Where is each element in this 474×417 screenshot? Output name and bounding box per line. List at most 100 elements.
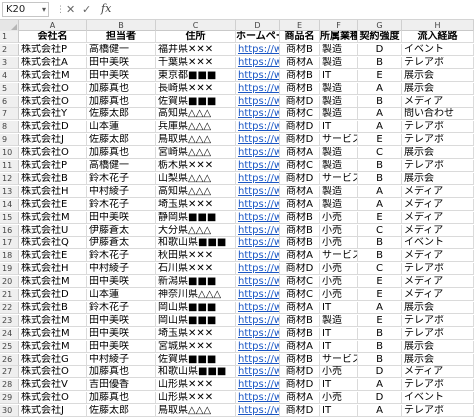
row-header[interactable]: 7 xyxy=(0,108,19,121)
table-cell[interactable]: 株式会社D xyxy=(19,289,87,301)
column-title-cell[interactable]: 会社名 xyxy=(19,31,87,43)
table-cell[interactable]: B xyxy=(358,237,402,250)
table-cell[interactable]: 商材D xyxy=(280,172,320,185)
table-cell[interactable]: サービス xyxy=(320,134,358,147)
row-header[interactable]: 9 xyxy=(0,134,19,147)
table-cell[interactable]: 商材B xyxy=(280,211,320,224)
row-header[interactable]: 13 xyxy=(0,185,19,198)
table-cell[interactable]: 高知県△△△ xyxy=(156,108,236,121)
table-cell[interactable]: A xyxy=(358,82,402,95)
table-cell[interactable]: メディア xyxy=(402,224,474,237)
table-cell[interactable]: 佐藤太郎 xyxy=(87,108,156,121)
table-cell[interactable]: E xyxy=(358,134,402,147)
table-cell[interactable]: メディア xyxy=(402,276,474,289)
table-cell[interactable]: 展示会 xyxy=(402,340,474,353)
table-cell[interactable]: 株式会社Y xyxy=(19,108,87,121)
row-header[interactable]: 18 xyxy=(0,250,19,263)
row-header[interactable]: 17 xyxy=(0,237,19,250)
table-cell[interactable]: 商材A xyxy=(280,250,320,263)
table-cell[interactable]: 埼玉県✕✕✕ xyxy=(156,327,236,340)
table-cell[interactable]: A xyxy=(358,185,402,198)
table-cell[interactable]: メディア xyxy=(402,366,474,379)
row-header[interactable]: 26 xyxy=(0,353,19,366)
table-cell[interactable]: 株式会社E xyxy=(19,198,87,211)
table-cell[interactable]: 商材D xyxy=(280,263,320,276)
table-cell[interactable]: 問い合わせ xyxy=(402,108,474,121)
hyperlink-cell[interactable]: https://ww xyxy=(236,263,280,276)
table-cell[interactable]: 展示会 xyxy=(402,172,474,185)
table-cell[interactable]: イベント xyxy=(402,237,474,250)
table-cell[interactable]: 株式会社M xyxy=(19,211,87,224)
table-cell[interactable]: 製造 xyxy=(320,43,358,56)
table-cell[interactable]: 株式会社P xyxy=(19,160,87,172)
row-header[interactable]: 15 xyxy=(0,211,19,224)
row-header[interactable]: 16 xyxy=(0,224,19,237)
table-cell[interactable]: 株式会社M xyxy=(19,276,87,289)
table-cell[interactable]: 小売 xyxy=(320,276,358,289)
table-cell[interactable]: 商材C xyxy=(280,289,320,301)
table-cell[interactable]: IT xyxy=(320,69,358,82)
column-title-cell[interactable]: 担当者 xyxy=(87,31,156,43)
column-header-D[interactable]: D xyxy=(236,20,280,31)
column-header-B[interactable]: B xyxy=(87,20,156,31)
hyperlink-cell[interactable]: https://ww xyxy=(236,198,280,211)
table-cell[interactable]: 千葉県✕✕✕ xyxy=(156,56,236,69)
table-cell[interactable]: D xyxy=(358,43,402,56)
table-cell[interactable]: IT xyxy=(320,340,358,353)
table-cell[interactable]: B xyxy=(358,327,402,340)
column-title-cell[interactable]: 流入経路 xyxy=(402,31,474,43)
row-header[interactable]: 8 xyxy=(0,121,19,134)
table-cell[interactable]: テレアポ xyxy=(402,121,474,134)
row-header[interactable]: 23 xyxy=(0,314,19,327)
table-cell[interactable]: 長崎県✕✕✕ xyxy=(156,82,236,95)
table-cell[interactable]: 製造 xyxy=(320,108,358,121)
table-cell[interactable]: 鳥取県△△△ xyxy=(156,134,236,147)
formula-input[interactable] xyxy=(116,2,472,17)
table-cell[interactable]: 伊藤蒼太 xyxy=(87,237,156,250)
table-cell[interactable]: B xyxy=(358,160,402,172)
hyperlink-cell[interactable]: https://ww xyxy=(236,327,280,340)
table-cell[interactable]: 商材B xyxy=(280,43,320,56)
hyperlink-cell[interactable]: https://ww xyxy=(236,69,280,82)
table-cell[interactable]: 宮城県✕✕✕ xyxy=(156,340,236,353)
table-cell[interactable]: A xyxy=(358,198,402,211)
table-cell[interactable]: 山梨県△△△ xyxy=(156,172,236,185)
row-header[interactable]: 22 xyxy=(0,301,19,314)
table-cell[interactable]: メディア xyxy=(402,211,474,224)
table-cell[interactable]: 小売 xyxy=(320,211,358,224)
row-header[interactable]: 1 xyxy=(0,31,19,43)
table-cell[interactable]: 山本蓮 xyxy=(87,289,156,301)
table-cell[interactable]: 株式会社P xyxy=(19,43,87,56)
table-cell[interactable]: 株式会社O xyxy=(19,95,87,108)
table-cell[interactable]: 大分県△△△ xyxy=(156,224,236,237)
table-cell[interactable]: C xyxy=(358,147,402,160)
row-header[interactable]: 5 xyxy=(0,82,19,95)
table-cell[interactable]: サービス xyxy=(320,250,358,263)
row-header[interactable]: 14 xyxy=(0,198,19,211)
table-cell[interactable]: 田中美咲 xyxy=(87,340,156,353)
table-cell[interactable]: 石川県✕✕✕ xyxy=(156,263,236,276)
table-cell[interactable]: 商材D xyxy=(280,366,320,379)
table-cell[interactable]: IT xyxy=(320,405,358,417)
table-cell[interactable]: 山形県✕✕✕ xyxy=(156,392,236,405)
column-header-H[interactable]: H xyxy=(402,20,474,31)
table-cell[interactable]: イベント xyxy=(402,392,474,405)
column-header-G[interactable]: G xyxy=(358,20,402,31)
table-cell[interactable]: 鈴木花子 xyxy=(87,301,156,314)
row-header[interactable]: 30 xyxy=(0,405,19,417)
row-header[interactable]: 28 xyxy=(0,379,19,392)
row-header[interactable]: 20 xyxy=(0,276,19,289)
table-cell[interactable]: 佐藤太郎 xyxy=(87,134,156,147)
table-cell[interactable]: 株式会社O xyxy=(19,366,87,379)
table-cell[interactable]: 商材A xyxy=(280,392,320,405)
table-cell[interactable]: 佐賀県■■■ xyxy=(156,353,236,366)
table-cell[interactable]: E xyxy=(358,289,402,301)
column-title-cell[interactable]: 住所 xyxy=(156,31,236,43)
table-cell[interactable]: 株式会社M xyxy=(19,314,87,327)
table-cell[interactable]: メディア xyxy=(402,289,474,301)
table-cell[interactable]: 株式会社H xyxy=(19,185,87,198)
table-cell[interactable]: メディア xyxy=(402,198,474,211)
table-cell[interactable]: C xyxy=(358,263,402,276)
table-cell[interactable]: 株式会社J xyxy=(19,405,87,417)
table-cell[interactable]: E xyxy=(358,211,402,224)
